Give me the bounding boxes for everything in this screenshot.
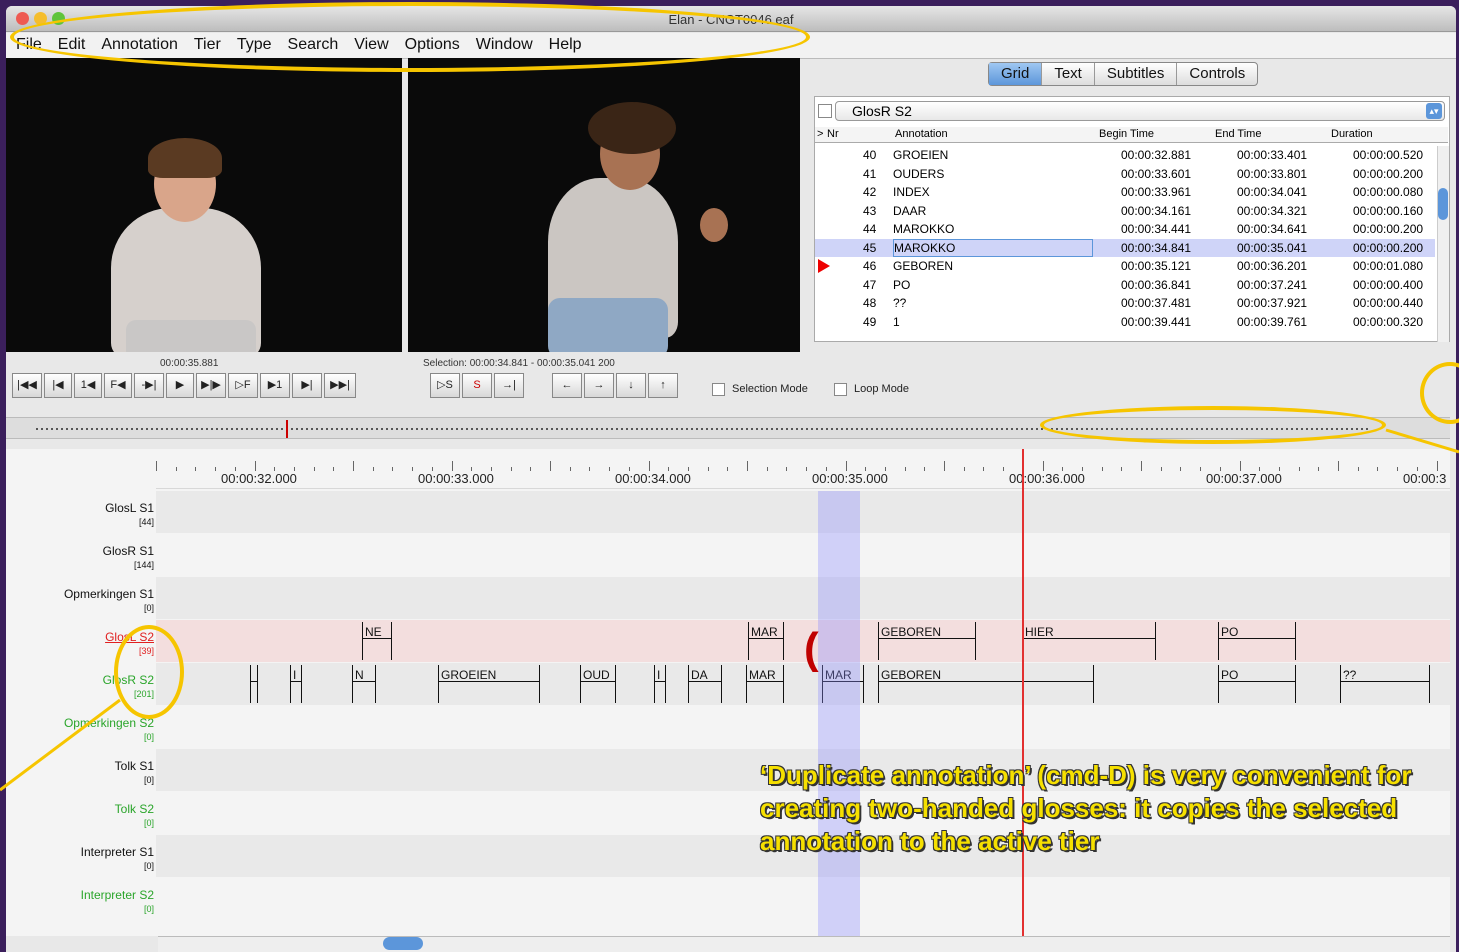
annotation-callout-text: ‘Duplicate annotation’ (cmd-D) is very c… [760, 760, 1412, 856]
red-parenthesis-mark: ( [804, 624, 819, 673]
